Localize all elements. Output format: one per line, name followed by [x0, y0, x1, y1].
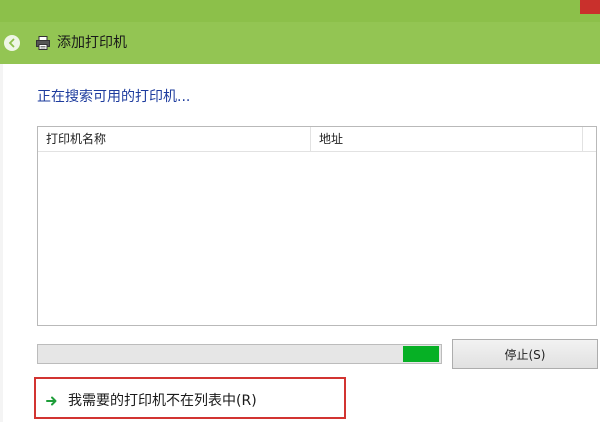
not-listed-label: 我需要的打印机不在列表中(R): [68, 393, 257, 409]
search-status-text: 正在搜索可用的打印机...: [37, 89, 191, 105]
back-button[interactable]: [4, 35, 20, 51]
title-bar: [0, 0, 600, 22]
printer-icon: [36, 36, 50, 50]
back-arrow-icon: [8, 38, 15, 48]
add-printer-window: 添加打印机 正在搜索可用的打印机... 打印机名称 地址 停止(S) 我需要的打…: [0, 0, 600, 422]
close-button[interactable]: [580, 0, 600, 14]
progress-indicator: [402, 346, 439, 362]
search-progress-bar: [37, 344, 442, 364]
printer-not-listed-link[interactable]: 我需要的打印机不在列表中(R): [46, 392, 257, 410]
table-body[interactable]: [38, 152, 596, 325]
header-bar: 添加打印机: [0, 22, 600, 64]
stop-button[interactable]: 停止(S): [452, 339, 598, 369]
column-header-address[interactable]: 地址: [311, 127, 583, 151]
window-edge: [0, 64, 3, 422]
page-title: 添加打印机: [57, 35, 127, 51]
green-arrow-icon: [46, 396, 57, 406]
table-header: 打印机名称 地址: [38, 127, 596, 152]
column-header-printer-name[interactable]: 打印机名称: [38, 127, 311, 151]
printer-list[interactable]: 打印机名称 地址: [37, 126, 597, 326]
